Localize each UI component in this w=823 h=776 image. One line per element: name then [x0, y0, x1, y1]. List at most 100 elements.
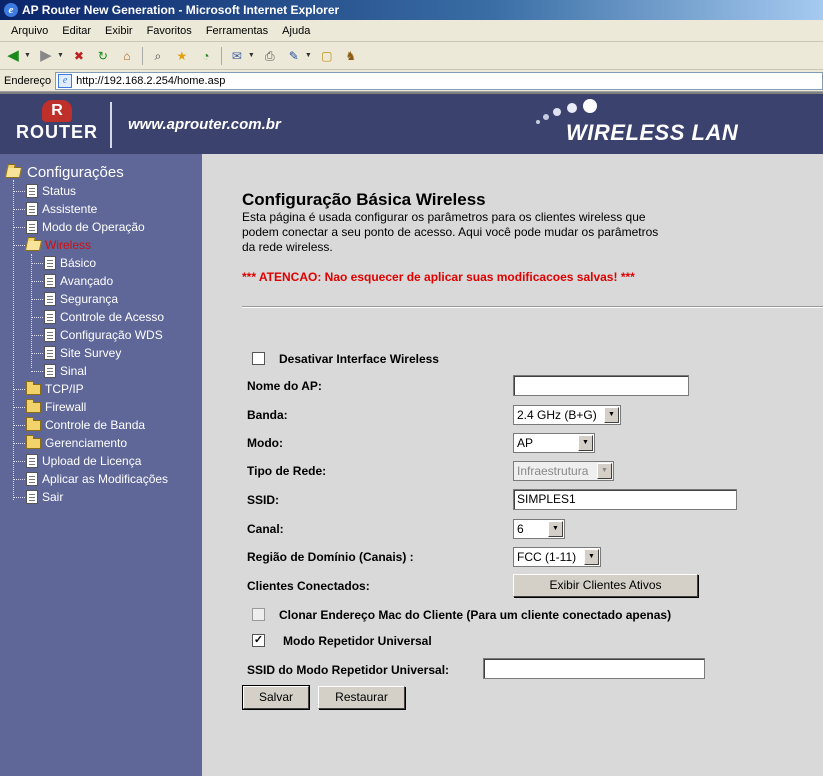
mode-value: AP — [517, 436, 534, 450]
history-icon[interactable]: ◔ — [197, 47, 215, 65]
chevron-down-icon: ▼ — [597, 463, 612, 479]
favorites-star-icon[interactable]: ★ — [173, 47, 191, 65]
page-viewport: R ROUTER www.aprouter.com.br WIRELESS LA… — [0, 92, 823, 776]
sidebar-item-upload-licenca[interactable]: Upload de Licença — [6, 452, 168, 470]
sidebar-item-label: Site Survey — [60, 346, 122, 360]
network-type-value: Infraestrutura — [517, 464, 589, 478]
menu-editar[interactable]: Editar — [55, 25, 98, 37]
doc-icon — [44, 364, 56, 378]
mode-select[interactable]: AP ▼ — [513, 433, 595, 453]
messenger-icon[interactable]: ♞ — [342, 47, 360, 65]
nav-root-configuracoes[interactable]: Configurações — [4, 162, 168, 182]
chevron-down-icon: ▼ — [578, 435, 593, 451]
back-dropdown-icon[interactable]: ▼ — [24, 52, 31, 59]
main-content: Configuração Básica Wireless Esta página… — [202, 154, 823, 776]
sidebar-item-controle-banda[interactable]: Controle de Banda — [6, 416, 168, 434]
sidebar-item-controle-acesso[interactable]: Controle de Acesso — [6, 308, 168, 326]
channel-select[interactable]: 6 ▼ — [513, 519, 565, 539]
domain-region-select[interactable]: FCC (1-11) ▼ — [513, 547, 601, 567]
sidebar-item-label: TCP/IP — [45, 382, 84, 396]
sidebar-item-label: Sair — [42, 490, 64, 504]
ssid-input[interactable]: SIMPLES1 — [513, 489, 737, 510]
forward-dropdown-icon[interactable]: ▼ — [57, 52, 64, 59]
band-select[interactable]: 2.4 GHz (B+G) ▼ — [513, 405, 621, 425]
clone-mac-label: Clonar Endereço Mac do Cliente (Para um … — [279, 608, 672, 622]
universal-repeater-checkbox[interactable]: ✓ — [252, 634, 265, 647]
router-logo: R ROUTER — [14, 100, 102, 152]
sidebar-item-label: Sinal — [60, 364, 87, 378]
print-icon[interactable]: ⎙ — [261, 47, 279, 65]
repeater-ssid-input[interactable] — [483, 658, 705, 679]
menu-ferramentas[interactable]: Ferramentas — [199, 25, 275, 37]
edit-icon[interactable]: ✎ — [285, 47, 303, 65]
menu-exibir[interactable]: Exibir — [98, 25, 140, 37]
menu-bar: Arquivo Editar Exibir Favoritos Ferramen… — [0, 20, 823, 42]
home-icon[interactable]: ⌂ — [118, 47, 136, 65]
doc-icon — [26, 472, 38, 486]
forward-icon[interactable]: ▶ — [37, 47, 55, 65]
sidebar-item-tcpip[interactable]: TCP/IP — [6, 380, 168, 398]
sidebar-item-modo-operacao[interactable]: Modo de Operação — [6, 218, 168, 236]
doc-icon — [44, 256, 56, 270]
sidebar-item-firewall[interactable]: Firewall — [6, 398, 168, 416]
sidebar-item-status[interactable]: Status — [6, 182, 168, 200]
sidebar-item-label: Aplicar as Modificações — [42, 472, 169, 486]
page-description: Esta página é usada configurar os parâme… — [242, 210, 659, 254]
address-label: Endereço — [4, 74, 52, 87]
toolbar-separator — [220, 46, 222, 65]
wireless-lan-logo: WIRELESS LAN — [530, 98, 740, 150]
menu-arquivo[interactable]: Arquivo — [4, 25, 55, 37]
sidebar-item-site-survey[interactable]: Site Survey — [6, 344, 168, 362]
sidebar-item-gerenciamento[interactable]: Gerenciamento — [6, 434, 168, 452]
save-button[interactable]: Salvar — [242, 685, 310, 710]
discuss-icon[interactable]: ▢ — [318, 47, 336, 65]
doc-icon — [44, 292, 56, 306]
mode-label: Modo: — [247, 436, 283, 450]
sidebar-item-sair[interactable]: Sair — [6, 488, 168, 506]
sidebar-item-seguranca[interactable]: Segurança — [6, 290, 168, 308]
sidebar-item-sinal[interactable]: Sinal — [6, 362, 168, 380]
page-icon: e — [58, 73, 73, 88]
doc-icon — [26, 490, 38, 504]
connected-clients-label: Clientes Conectados: — [247, 579, 370, 593]
ie-logo-icon: e — [4, 3, 18, 17]
sidebar-item-label: Controle de Acesso — [60, 310, 165, 324]
sidebar-item-label: Gerenciamento — [45, 436, 128, 450]
sidebar-item-label: Básico — [60, 256, 97, 270]
sidebar-item-configuracao-wds[interactable]: Configuração WDS — [6, 326, 168, 344]
sidebar-item-label: Avançado — [60, 274, 114, 288]
sidebar-item-assistente[interactable]: Assistente — [6, 200, 168, 218]
menu-ajuda[interactable]: Ajuda — [275, 25, 317, 37]
refresh-icon[interactable]: ↻ — [94, 47, 112, 65]
address-bar: Endereço e http://192.168.2.254/home.asp — [0, 70, 823, 92]
clone-mac-checkbox[interactable] — [252, 608, 265, 621]
mail-dropdown-icon[interactable]: ▼ — [248, 52, 255, 59]
browser-toolbar: ◀ ▼ ▶ ▼ ✖ ↻ ⌂ ⌕ ★ ◔ ✉ ▼ ⎙ ✎ ▼ ▢ ♞ — [0, 42, 823, 70]
divider — [242, 306, 823, 308]
disable-wireless-label: Desativar Interface Wireless — [279, 352, 439, 366]
domain-region-label: Região de Domínio (Canais) : — [247, 550, 414, 564]
sidebar-item-label: Status — [42, 184, 77, 198]
reset-button[interactable]: Restaurar — [318, 686, 405, 709]
ap-name-input[interactable] — [513, 375, 689, 396]
channel-label: Canal: — [247, 522, 284, 536]
back-icon[interactable]: ◀ — [4, 47, 22, 65]
sidebar-item-wireless[interactable]: Wireless — [6, 236, 168, 254]
doc-icon — [26, 184, 38, 198]
edit-dropdown-icon[interactable]: ▼ — [305, 52, 312, 59]
sidebar-item-avancado[interactable]: Avançado — [6, 272, 168, 290]
sidebar-item-label: Wireless — [45, 238, 92, 252]
doc-icon — [44, 310, 56, 324]
page-title: Configuração Básica Wireless — [242, 190, 486, 209]
band-label: Banda: — [247, 408, 288, 422]
disable-wireless-checkbox[interactable] — [252, 352, 265, 365]
stop-icon[interactable]: ✖ — [70, 47, 88, 65]
sidebar-item-basico[interactable]: Básico — [6, 254, 168, 272]
menu-favoritos[interactable]: Favoritos — [140, 25, 199, 37]
mail-icon[interactable]: ✉ — [228, 47, 246, 65]
window-titlebar: e AP Router New Generation - Microsoft I… — [0, 0, 823, 20]
address-input[interactable]: e http://192.168.2.254/home.asp — [55, 71, 823, 90]
show-active-clients-button[interactable]: Exibir Clientes Ativos — [513, 574, 698, 597]
search-icon[interactable]: ⌕ — [149, 47, 167, 65]
sidebar-item-aplicar[interactable]: Aplicar as Modificações — [6, 470, 168, 488]
